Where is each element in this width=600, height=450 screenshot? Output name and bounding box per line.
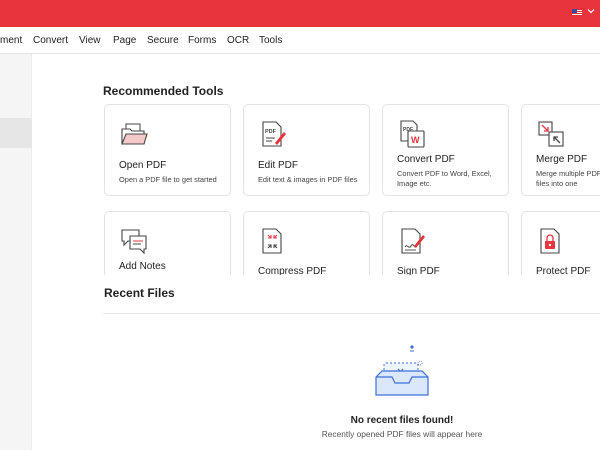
tools-grid: Open PDF Open a PDF file to get started … bbox=[100, 100, 600, 275]
menu-page[interactable]: Page bbox=[113, 35, 136, 46]
chevron-down-icon[interactable] bbox=[587, 7, 595, 15]
empty-state-title: No recent files found! bbox=[350, 415, 454, 426]
tool-name: Convert PDF bbox=[397, 154, 455, 165]
edit-pdf-icon: PDF bbox=[262, 121, 286, 147]
svg-text:PDF: PDF bbox=[265, 129, 277, 135]
tool-name: Protect PDF bbox=[536, 266, 591, 275]
sidebar bbox=[0, 54, 32, 450]
empty-tray-icon bbox=[375, 345, 429, 396]
menu-forms[interactable]: Forms bbox=[188, 35, 216, 46]
recent-files-title: Recent Files bbox=[104, 286, 175, 300]
sign-pdf-icon bbox=[401, 228, 425, 254]
tool-card-convert-pdf[interactable]: PDF W Convert PDF Convert PDF to Word, E… bbox=[382, 104, 509, 196]
tool-name: Open PDF bbox=[119, 160, 167, 171]
svg-text:W: W bbox=[411, 135, 420, 145]
tool-name: Sign PDF bbox=[397, 266, 440, 275]
tool-desc: Edit text & images in PDF files bbox=[258, 175, 358, 184]
recommended-tools-title: Recommended Tools bbox=[103, 84, 224, 98]
menu-convert[interactable]: Convert bbox=[33, 35, 68, 46]
merge-pdf-icon bbox=[538, 121, 564, 147]
tool-card-compress-pdf[interactable]: Compress PDF bbox=[243, 211, 370, 275]
convert-pdf-icon: PDF W bbox=[400, 120, 425, 148]
protect-pdf-icon bbox=[540, 228, 560, 254]
tool-card-add-notes[interactable]: Add Notes bbox=[104, 211, 231, 275]
add-notes-icon bbox=[121, 229, 147, 255]
menu-bar: ment Convert View Page Secure Forms OCR … bbox=[0, 27, 600, 54]
menu-tools[interactable]: Tools bbox=[259, 35, 282, 46]
tool-desc: Merge multiple PDF files into one bbox=[536, 169, 600, 188]
tool-card-protect-pdf[interactable]: Protect PDF bbox=[521, 211, 600, 275]
menu-document[interactable]: ment bbox=[0, 35, 22, 46]
menu-ocr[interactable]: OCR bbox=[227, 35, 249, 46]
tool-name: Add Notes bbox=[119, 261, 166, 272]
section-divider bbox=[103, 313, 600, 314]
tool-card-sign-pdf[interactable]: Sign PDF bbox=[382, 211, 509, 275]
tool-name: Compress PDF bbox=[258, 266, 327, 275]
tool-name: Edit PDF bbox=[258, 160, 299, 171]
tool-desc: Convert PDF to Word, Excel, Image etc. bbox=[397, 169, 492, 188]
tool-name: Merge PDF bbox=[536, 154, 588, 165]
tool-card-merge-pdf[interactable]: Merge PDF Merge multiple PDF files into … bbox=[521, 104, 600, 196]
title-bar bbox=[0, 0, 600, 27]
tool-card-edit-pdf[interactable]: PDF Edit PDF Edit text & images in PDF f… bbox=[243, 104, 370, 196]
empty-state-subtitle: Recently opened PDF files will appear he… bbox=[321, 429, 483, 439]
sidebar-item-active[interactable] bbox=[0, 118, 32, 148]
us-flag-icon[interactable] bbox=[572, 9, 582, 16]
menu-secure[interactable]: Secure bbox=[147, 35, 179, 46]
folder-open-icon bbox=[121, 123, 148, 145]
menu-view[interactable]: View bbox=[79, 35, 101, 46]
compress-pdf-icon bbox=[262, 228, 282, 254]
tool-desc: Open a PDF file to get started bbox=[119, 175, 217, 184]
tool-card-open-pdf[interactable]: Open PDF Open a PDF file to get started bbox=[104, 104, 231, 196]
